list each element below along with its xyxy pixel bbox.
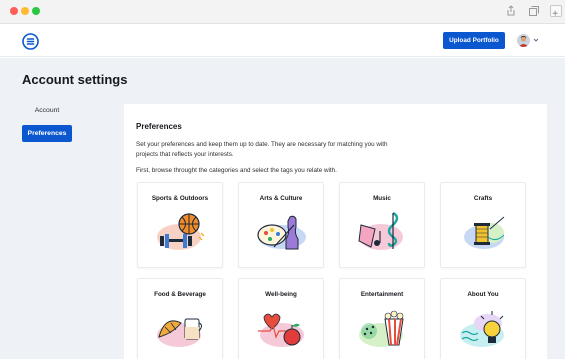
sidebar-item-account[interactable]: Account: [22, 102, 72, 119]
arts-icon: [257, 215, 306, 250]
category-label: Sports & Outdoors: [151, 195, 209, 202]
plus-icon: [552, 10, 558, 16]
section-description: Set your preferences and keep them up to…: [136, 141, 388, 158]
category-card-sports[interactable]: Sports & Outdoors: [137, 182, 223, 268]
browser-toolbar: [0, 0, 565, 24]
crafts-icon: [464, 216, 505, 249]
category-label: Well-being: [265, 291, 297, 298]
category-label: Food & Beverage: [154, 291, 206, 298]
category-card-about-you[interactable]: About You: [440, 278, 526, 359]
category-card-arts[interactable]: Arts & Culture: [238, 182, 324, 268]
new-tab-button[interactable]: [550, 5, 562, 17]
category-label: Arts & Culture: [259, 195, 303, 202]
category-label: Entertainment: [360, 291, 404, 298]
window-zoom-button[interactable]: [32, 7, 40, 15]
section-hint: First, browse throught the categories an…: [136, 167, 337, 174]
entertainment-icon: [359, 310, 404, 347]
food-icon: [157, 318, 202, 347]
preferences-panel: Preferences Set your preferences and kee…: [124, 104, 547, 359]
category-label: Music: [373, 195, 391, 202]
app-header: Upload Portfolio: [0, 25, 565, 57]
window-close-button[interactable]: [10, 7, 18, 15]
about-you-icon: [460, 311, 504, 347]
settings-page: Account settings Account Preferences Pre…: [0, 58, 565, 359]
tabs-icon[interactable]: [528, 5, 540, 17]
sidebar-item-preferences[interactable]: Preferences: [22, 125, 72, 142]
category-label: About You: [467, 291, 499, 298]
section-title: Preferences: [136, 122, 182, 131]
chevron-down-icon[interactable]: [533, 37, 539, 43]
window-minimize-button[interactable]: [21, 7, 29, 15]
category-label: Crafts: [473, 195, 493, 202]
menu-logo-icon[interactable]: [22, 33, 39, 50]
sports-icon: [157, 213, 205, 250]
upload-portfolio-button[interactable]: Upload Portfolio: [443, 32, 505, 49]
category-card-entertainment[interactable]: Entertainment: [339, 278, 425, 359]
wellbeing-icon: [258, 313, 304, 347]
category-card-wellbeing[interactable]: Well-being: [238, 278, 324, 359]
page-title: Account settings: [22, 72, 128, 87]
share-icon[interactable]: [505, 5, 517, 17]
avatar[interactable]: [517, 34, 530, 47]
music-icon: [358, 211, 403, 250]
category-card-crafts[interactable]: Crafts: [440, 182, 526, 268]
category-card-music[interactable]: Music: [339, 182, 425, 268]
category-card-food[interactable]: Food & Beverage: [137, 278, 223, 359]
